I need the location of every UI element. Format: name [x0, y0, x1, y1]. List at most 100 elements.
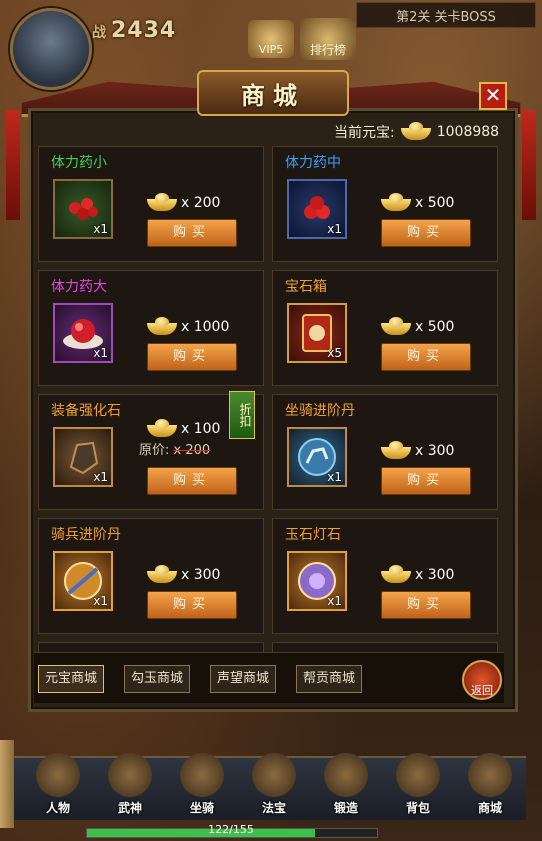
menu-label: 背包 — [405, 801, 430, 815]
shop-icon — [468, 753, 512, 797]
shop-item: 体力药中 x1 x 500 购买 — [272, 146, 498, 262]
shop-item: 坐骑进阶丹 x1 x 300 购买 — [272, 394, 498, 510]
item-quantity: x1 — [327, 470, 342, 484]
item-name: 宝石箱 — [285, 279, 327, 295]
buy-button[interactable]: 购买 — [381, 343, 471, 371]
item-image[interactable]: x1 — [53, 551, 113, 611]
tab-yuanbao-shop[interactable]: 元宝商城 — [38, 665, 105, 693]
gold-ingot-icon — [381, 193, 411, 213]
stage-indicator: 第2关 关卡BOSS — [356, 2, 536, 28]
ranking-button[interactable]: 排行榜 — [300, 18, 356, 60]
price-value: x 1000 — [181, 319, 230, 335]
price-value: x 100 — [181, 421, 221, 437]
power-label: 战 — [92, 25, 107, 41]
anvil-icon — [324, 753, 368, 797]
gold-ingot-icon — [400, 122, 431, 142]
close-button[interactable]: ✕ — [479, 82, 507, 110]
bottom-menu: 人物 武神 坐骑 法宝 锻造 背包 商城 — [14, 753, 526, 820]
tab-reputation-shop[interactable]: 声望商城 — [210, 665, 277, 693]
menu-item-character[interactable]: 人物 — [28, 744, 88, 816]
item-image[interactable]: x1 — [287, 179, 347, 239]
shop-tabs: 元宝商城 勾玉商城 声望商城 帮贡商城 — [34, 652, 504, 703]
item-image[interactable]: x5 — [287, 303, 347, 363]
original-price-label: 原价: — [139, 443, 170, 458]
bag-icon — [396, 753, 440, 797]
tab-guild-shop[interactable]: 帮贡商城 — [296, 665, 363, 693]
gold-ingot-icon — [381, 441, 411, 461]
price-value: x 500 — [415, 195, 455, 211]
item-quantity: x1 — [327, 594, 342, 608]
item-price: x 200 — [147, 193, 220, 213]
price-value: x 300 — [181, 567, 221, 583]
item-quantity: x5 — [327, 346, 342, 360]
warrior-icon — [108, 753, 152, 797]
close-icon: ✕ — [484, 83, 502, 107]
price-value: x 300 — [415, 567, 455, 583]
buy-button[interactable]: 购买 — [147, 591, 237, 619]
buy-button[interactable]: 购买 — [147, 343, 237, 371]
menu-label: 武神 — [117, 801, 142, 815]
item-price: x 300 — [147, 565, 220, 585]
menu-item-bag[interactable]: 背包 — [388, 744, 448, 816]
price-value: x 500 — [415, 319, 455, 335]
gold-ingot-icon — [381, 317, 411, 337]
price-value: x 300 — [415, 443, 455, 459]
item-image[interactable]: x1 — [53, 427, 113, 487]
shop-item: 体力药小 x1 x 200 购买 — [38, 146, 264, 262]
item-name: 玉石灯石 — [285, 527, 341, 543]
berries-icon — [69, 198, 98, 220]
player-avatar[interactable] — [10, 8, 92, 90]
item-quantity: x1 — [93, 346, 108, 360]
item-image[interactable]: x1 — [287, 427, 347, 487]
item-image[interactable]: x1 — [53, 303, 113, 363]
right-tassel — [522, 110, 536, 220]
item-price: x 300 — [381, 441, 454, 461]
left-tassel — [6, 110, 20, 220]
power-value: 2434 — [111, 18, 177, 43]
gold-ingot-icon — [147, 193, 177, 213]
item-quantity: x1 — [93, 222, 108, 236]
menu-label: 商城 — [477, 801, 502, 815]
item-image[interactable]: x1 — [287, 551, 347, 611]
buy-button[interactable]: 购买 — [381, 467, 471, 495]
buy-button[interactable]: 购买 — [381, 591, 471, 619]
item-price: x 500 — [381, 317, 454, 337]
buy-button[interactable]: 购买 — [147, 467, 237, 495]
shop-item: 宝石箱 x5 x 500 购买 — [272, 270, 498, 386]
currency-display: 当前元宝: 1008988 — [334, 122, 499, 142]
item-name: 装备强化石 — [51, 403, 121, 419]
character-icon — [36, 753, 80, 797]
currency-label: 当前元宝: — [334, 125, 395, 141]
item-image[interactable]: x1 — [53, 179, 113, 239]
vip-label: VIP5 — [258, 43, 284, 56]
menu-label: 锻造 — [333, 801, 358, 815]
item-name: 体力药小 — [51, 155, 107, 171]
vip-button[interactable]: VIP5 — [248, 20, 294, 58]
item-name: 体力药大 — [51, 279, 107, 295]
item-name: 骑兵进阶丹 — [51, 527, 121, 543]
item-quantity: x1 — [93, 594, 108, 608]
menu-item-mount[interactable]: 坐骑 — [172, 744, 232, 816]
item-price: x 1000 — [147, 317, 229, 337]
tab-gouyu-shop[interactable]: 勾玉商城 — [124, 665, 191, 693]
buy-button[interactable]: 购买 — [147, 219, 237, 247]
price-value: x 200 — [181, 195, 221, 211]
menu-item-treasure[interactable]: 法宝 — [244, 744, 304, 816]
menu-label: 坐骑 — [189, 801, 214, 815]
menu-item-forge[interactable]: 锻造 — [316, 744, 376, 816]
mount-icon — [180, 753, 224, 797]
original-price: 原价: x 200 — [139, 439, 210, 458]
gold-ingot-icon — [381, 565, 411, 585]
buy-button[interactable]: 购买 — [381, 219, 471, 247]
gold-ingot-icon — [147, 317, 177, 337]
menu-item-shop[interactable]: 商城 — [460, 744, 520, 816]
currency-value: 1008988 — [436, 124, 500, 140]
shop-item: 体力药大 x1 x 1000 购买 — [38, 270, 264, 386]
item-name: 坐骑进阶丹 — [285, 403, 355, 419]
menu-item-wushen[interactable]: 武神 — [100, 744, 160, 816]
menu-label: 人物 — [45, 801, 70, 815]
back-button[interactable]: 返回 — [462, 660, 502, 700]
item-price: x 300 — [381, 565, 454, 585]
item-quantity: x1 — [327, 222, 342, 236]
ranking-label: 排行榜 — [309, 43, 346, 57]
